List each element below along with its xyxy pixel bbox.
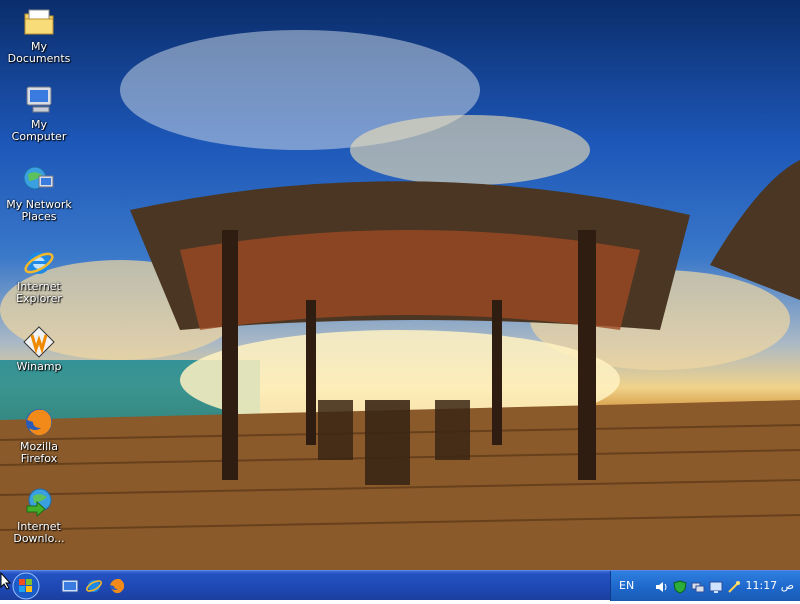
desktop-icon-my-computer[interactable]: My Computer [0,84,78,143]
security-shield-icon[interactable] [673,579,687,594]
internet-explorer-icon [23,246,55,278]
system-tray: EN 11:17 ص [610,571,800,601]
language-indicator[interactable]: EN [619,579,634,592]
computer-icon [23,84,55,116]
clock[interactable]: 11:17 ص [745,579,794,592]
desktop-icon-label: Internet Downlo... [13,520,65,545]
desktop-icon-mozilla-firefox[interactable]: Mozilla Firefox [0,406,78,465]
display-icon[interactable] [709,579,723,593]
firefox-icon [110,578,125,594]
desktop-icon-internet-download-manager[interactable]: Internet Downlo... [0,486,78,545]
desktop-icon-label: Internet Explorer [16,280,62,305]
desktop-icon-my-documents[interactable]: My Documents [0,6,78,65]
desktop-icon-winamp[interactable]: Winamp [0,326,78,373]
show-desktop-icon [61,579,79,593]
desktop-icon-label: Mozilla Firefox [20,440,58,465]
quick-launch-firefox[interactable] [108,577,126,595]
desktop-icon-label: My Network Places [6,198,72,223]
internet-download-manager-icon [23,486,55,518]
desktop-icon-label: My Computer [11,118,67,143]
volume-icon[interactable] [655,579,669,593]
network-icon[interactable] [691,579,705,593]
firefox-icon [23,406,55,438]
wand-icon[interactable] [727,579,741,593]
internet-explorer-icon [86,580,102,592]
desktop-icon-internet-explorer[interactable]: Internet Explorer [0,246,78,305]
taskbar: EN 11:17 ص [0,570,800,601]
winamp-icon [23,326,55,358]
mouse-cursor-icon [0,571,12,590]
network-places-icon [23,164,55,196]
folder-documents-icon [23,6,55,38]
desktop-icon-label: My Documents [7,40,71,65]
desktop-icon-my-network-places[interactable]: My Network Places [0,164,78,223]
quick-launch-internet-explorer[interactable] [85,577,103,595]
quick-launch-show-desktop[interactable] [61,577,79,595]
desktop-icon-label: Winamp [16,360,62,373]
desktop-wallpaper [0,0,800,570]
